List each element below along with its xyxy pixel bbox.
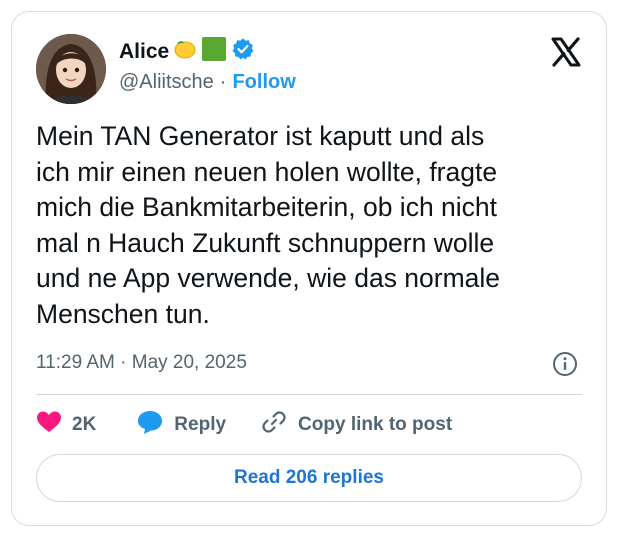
like-button[interactable]: 2K: [36, 410, 96, 440]
author-handle[interactable]: @Aliitsche: [119, 71, 214, 94]
tweet-text-line: und ne App verwende, wie das normale: [36, 263, 501, 293]
lemon-icon: [173, 37, 197, 66]
copy-link-label: Copy link to post: [298, 414, 453, 435]
reply-button[interactable]: Reply: [136, 409, 226, 441]
tweet-text-line: ich mir einen neuen holen wollte, fragte: [36, 156, 498, 187]
divider: [36, 394, 582, 395]
avatar[interactable]: [36, 34, 106, 104]
x-logo-icon[interactable]: [550, 36, 582, 68]
tweet-text: Mein TAN Generator ist kaputt und als ic…: [36, 119, 596, 332]
tweet-timestamp[interactable]: 11:29 AM · May 20, 2025: [36, 352, 247, 374]
tweet-text-line: mal n Hauch Zukunft schnuppern wolle: [36, 227, 495, 258]
reply-bubble-icon: [136, 409, 164, 441]
tweet-text-line: mich die Bankmitarbeiterin, ob ich nicht: [36, 192, 498, 222]
tweet-card: Alice @Aliitsche · Follow Mein TAN Gener…: [11, 11, 607, 526]
reply-label: Reply: [174, 414, 227, 435]
tweet-text-line: Mein TAN Generator ist kaputt und als: [36, 121, 485, 151]
tweet-text-line: Menschen tun.: [36, 298, 210, 329]
verified-badge-icon: [231, 37, 255, 66]
copy-link-button[interactable]: Copy link to post: [260, 408, 452, 442]
author-name[interactable]: Alice: [119, 40, 169, 64]
heart-icon: [36, 410, 62, 440]
follow-button[interactable]: Follow: [232, 71, 295, 94]
info-icon[interactable]: [552, 351, 578, 377]
green-square-icon: [201, 36, 227, 67]
author-handle-row: @Aliitsche · Follow: [119, 71, 296, 94]
avatar-illustration: [36, 34, 106, 104]
read-replies-button[interactable]: Read 206 replies: [36, 454, 582, 502]
like-count: 2K: [72, 414, 97, 435]
link-icon: [260, 408, 288, 442]
action-bar: 2K Reply Copy link to post: [36, 410, 452, 440]
author-name-row: Alice: [119, 36, 255, 67]
handle-separator: ·: [219, 71, 227, 93]
